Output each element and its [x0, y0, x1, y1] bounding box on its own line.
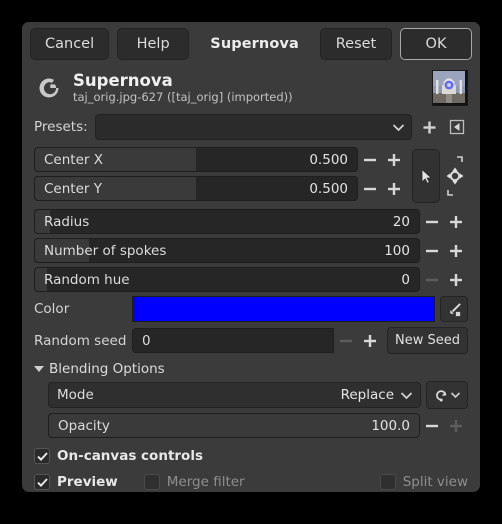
random-hue-slider[interactable]: Random hue 0	[34, 267, 420, 292]
parameter-row-center-y: Center Y 0.500	[34, 176, 406, 201]
random-seed-decrement-button	[334, 328, 358, 353]
preview-checkbox[interactable]	[34, 474, 50, 490]
dialog-title: Supernova	[210, 36, 299, 52]
chevron-down-icon	[451, 392, 460, 398]
check-icon	[36, 477, 48, 487]
parameter-row-random-hue: Random hue 0	[34, 267, 468, 292]
add-preset-button[interactable]	[418, 114, 440, 140]
taj-mahal-thumbnail	[432, 70, 468, 106]
number-of-spokes-value: 100	[384, 242, 410, 259]
center-coordinates-group: Center X 0.500 Center Y 0.500	[34, 147, 468, 205]
random-seed-increment-button[interactable]	[358, 328, 382, 353]
chevron-down-icon	[393, 123, 404, 131]
radius-decrement-button[interactable]	[420, 209, 444, 234]
center-y-label: Center Y	[44, 180, 102, 197]
number-of-spokes-slider[interactable]: Number of spokes 100	[34, 238, 420, 263]
reset-button[interactable]: Reset	[320, 28, 392, 60]
split-view-checkbox[interactable]	[379, 474, 396, 490]
random-hue-decrement-button	[420, 267, 444, 292]
filter-header: Supernova taj_orig.jpg-627 ([taj_orig] (…	[22, 66, 480, 114]
new-seed-button[interactable]: New Seed	[387, 327, 468, 354]
preview-options-row: Preview Merge filter Split view	[34, 474, 468, 490]
preset-menu-button[interactable]	[446, 114, 468, 140]
cancel-button[interactable]: Cancel	[30, 28, 110, 60]
presets-row: Presets:	[34, 114, 468, 140]
radius-increment-button[interactable]	[444, 209, 468, 234]
radius-label: Radius	[44, 213, 90, 230]
opacity-value: 100.0	[371, 417, 410, 434]
gimp-g-logo-icon	[34, 73, 64, 103]
parameter-row-opacity: Opacity 100.0	[48, 413, 468, 438]
color-row: Color	[34, 296, 468, 322]
presets-label: Presets:	[34, 119, 88, 135]
number-of-spokes-decrement-button[interactable]	[420, 238, 444, 263]
center-y-decrement-button[interactable]	[358, 176, 382, 201]
mode-dropdown[interactable]: Mode Replace	[48, 382, 421, 408]
random-seed-label: Random seed	[34, 332, 127, 349]
filter-name: Supernova	[73, 71, 173, 90]
mode-label: Mode	[57, 387, 94, 403]
number-of-spokes-label: Number of spokes	[44, 242, 167, 259]
on-canvas-controls-label[interactable]: On-canvas controls	[57, 448, 203, 464]
center-y-slider[interactable]: Center Y 0.500	[34, 176, 358, 201]
parameter-row-number-of-spokes: Number of spokes 100	[34, 238, 468, 263]
random-seed-row: Random seed 0 New Seed	[34, 327, 468, 354]
pick-coordinates-icon[interactable]	[442, 150, 468, 202]
blending-options-expander[interactable]: Blending Options	[34, 361, 468, 377]
center-x-increment-button[interactable]	[382, 147, 406, 172]
color-swatch[interactable]	[132, 296, 435, 322]
parameter-row-center-x: Center X 0.500	[34, 147, 406, 172]
random-hue-increment-button[interactable]	[444, 267, 468, 292]
reset-arrow-icon	[436, 389, 447, 401]
mode-row: Mode Replace	[48, 381, 468, 409]
blending-options-content: Mode Replace Opacity 100.0	[34, 381, 468, 438]
dialog-options: On-canvas controls Preview Merge filter …	[22, 442, 480, 490]
center-y-increment-button[interactable]	[382, 176, 406, 201]
random-hue-value: 0	[401, 271, 410, 288]
radius-value: 20	[392, 213, 410, 230]
color-label: Color	[34, 301, 70, 317]
chevron-down-icon	[401, 391, 412, 399]
opacity-label: Opacity	[58, 417, 110, 434]
split-view-label[interactable]: Split view	[403, 474, 468, 490]
supernova-filter-dialog: Cancel Help Supernova Reset OK Supernova…	[22, 22, 480, 492]
center-y-value: 0.500	[309, 180, 348, 197]
opacity-decrement-button[interactable]	[420, 413, 444, 438]
blending-options-label: Blending Options	[49, 361, 165, 377]
help-button[interactable]: Help	[117, 28, 190, 60]
presets-dropdown[interactable]	[94, 114, 412, 140]
pointer-cursor-icon[interactable]	[412, 149, 440, 203]
check-icon	[36, 451, 48, 461]
preview-label[interactable]: Preview	[57, 474, 118, 490]
number-of-spokes-increment-button[interactable]	[444, 238, 468, 263]
opacity-slider[interactable]: Opacity 100.0	[48, 413, 420, 438]
center-x-slider[interactable]: Center X 0.500	[34, 147, 358, 172]
merge-filter-label[interactable]: Merge filter	[167, 474, 245, 490]
on-canvas-controls-checkbox[interactable]	[34, 448, 50, 464]
ok-button[interactable]: OK	[400, 28, 472, 60]
parameter-row-radius: Radius 20	[34, 209, 468, 234]
filter-source: taj_orig.jpg-627 ([taj_orig] (imported))	[73, 90, 293, 104]
radius-slider[interactable]: Radius 20	[34, 209, 420, 234]
mode-reset-button[interactable]	[426, 381, 468, 409]
expander-triangle-icon	[34, 366, 44, 372]
random-hue-label: Random hue	[44, 271, 130, 288]
center-tool-buttons	[412, 147, 468, 205]
dialog-action-bar: Cancel Help Supernova Reset OK	[22, 22, 480, 66]
on-canvas-controls-row: On-canvas controls	[34, 448, 468, 464]
merge-filter-checkbox[interactable]	[143, 474, 160, 490]
random-seed-input[interactable]: 0	[132, 328, 334, 353]
opacity-increment-button	[444, 413, 468, 438]
center-x-decrement-button[interactable]	[358, 147, 382, 172]
eyedropper-icon[interactable]	[440, 296, 468, 322]
mode-value: Replace	[340, 387, 394, 403]
dialog-body: Presets: Center X 0.500 Center Y 0.500 R…	[22, 114, 480, 438]
center-x-label: Center X	[44, 151, 103, 168]
center-x-value: 0.500	[309, 151, 348, 168]
